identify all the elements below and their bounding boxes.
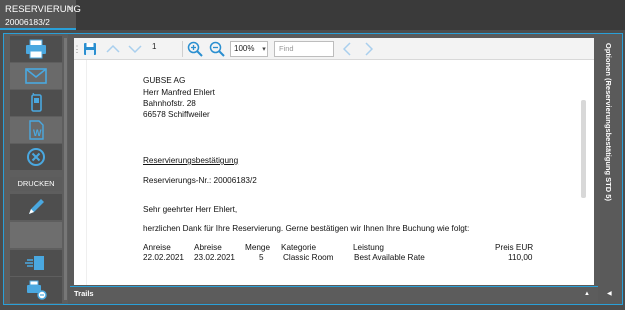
trails-expand-icon[interactable]: ▲	[584, 291, 590, 297]
options-expand-icon[interactable]: ◀	[607, 290, 612, 297]
address-line: Bahnhofstr. 28	[143, 99, 196, 108]
previous-page-button[interactable]	[104, 40, 122, 58]
table-header-departure: Abreise	[194, 243, 222, 252]
word-button[interactable]: W	[10, 117, 62, 143]
chevron-up-icon	[106, 44, 120, 53]
sidebar: W DRUCKEN	[4, 34, 68, 304]
edit-button[interactable]	[10, 194, 62, 220]
floppy-disk-icon	[84, 43, 96, 55]
report-toolbar: ⋮ 1 100% ▾ Find	[72, 38, 594, 60]
table-cell-arrival: 22.02.2021	[143, 253, 184, 262]
title-bar	[0, 0, 625, 30]
page-number-field[interactable]: 1	[152, 42, 156, 51]
table-cell-service: Best Available Rate	[354, 253, 425, 262]
chevron-down-icon	[128, 45, 142, 54]
table-header-category: Kategorie	[281, 243, 317, 252]
next-page-button[interactable]	[126, 40, 144, 58]
zoom-value: 100%	[234, 44, 255, 53]
toolbar-divider	[182, 41, 183, 57]
table-header-price: Preis EUR	[495, 243, 534, 252]
options-panel-label: Optionen (Reservierungsbestätigung STD 5…	[604, 43, 613, 201]
chevron-left-icon	[343, 42, 351, 56]
svg-text:W: W	[33, 128, 42, 138]
reservation-number: Reservierungs-Nr.: 20006183/2	[143, 176, 257, 185]
table-cell-quantity: 5	[259, 253, 264, 262]
tab-subtitle: 20006183/2	[5, 17, 50, 27]
printer-icon	[26, 39, 46, 59]
document-viewer[interactable]: GUBSE AG Herr Manfred Ehlert Bahnhofstr.…	[74, 60, 594, 285]
printer-settings-button[interactable]	[10, 277, 62, 303]
address-line: 66578 Schiffweiler	[143, 110, 210, 119]
phone-icon	[31, 93, 42, 112]
phone-button[interactable]	[10, 90, 62, 116]
find-input[interactable]: Find	[274, 41, 334, 57]
document-scrollbar-thumb[interactable]	[581, 100, 586, 198]
print-button[interactable]	[10, 36, 62, 62]
email-button[interactable]	[10, 63, 62, 89]
document-heading: Reservierungsbestätigung	[143, 156, 239, 165]
table-cell-category: Classic Room	[283, 253, 334, 262]
save-button[interactable]	[81, 40, 99, 58]
table-header-quantity: Menge	[245, 243, 271, 252]
find-next-button[interactable]	[362, 40, 376, 58]
address-line: GUBSE AG	[143, 76, 186, 85]
options-panel[interactable]: Optionen (Reservierungsbestätigung STD 5…	[600, 34, 622, 304]
document-page: GUBSE AG Herr Manfred Ehlert Bahnhofstr.…	[86, 60, 576, 285]
salutation: Sehr geehrter Herr Ehlert,	[143, 205, 238, 214]
trails-label: Trails	[74, 289, 94, 298]
table-cell-departure: 23.02.2021	[194, 253, 235, 262]
table-cell-price: 110,00	[508, 253, 533, 262]
zoom-in-button[interactable]	[186, 40, 204, 58]
table-header-arrival: Anreise	[143, 243, 171, 252]
zoom-out-icon	[209, 41, 225, 57]
fast-print-icon	[25, 256, 44, 270]
envelope-icon	[25, 68, 47, 84]
sidebar-spacer	[10, 222, 62, 248]
pencil-icon	[29, 199, 44, 214]
table-header-service: Leistung	[353, 243, 384, 252]
fast-send-button[interactable]	[10, 250, 62, 276]
printer-settings-icon	[27, 280, 47, 300]
section-label-drucken: DRUCKEN	[10, 177, 62, 191]
toolbar-grip-icon: ⋮	[72, 43, 82, 54]
sidebar-scrollbar[interactable]	[64, 38, 67, 300]
tab-reservierung[interactable]: RESERVIERUNG × 20006183/2	[0, 0, 81, 30]
address-line: Herr Manfred Ehlert	[143, 88, 215, 97]
intro-text: herzlichen Dank für Ihre Reservierung. G…	[143, 224, 470, 233]
app-window: RESERVIERUNG × 20006183/2 W DRUCKEN ⋮ 1 …	[0, 0, 625, 310]
word-document-icon: W	[29, 120, 44, 140]
trails-panel[interactable]: Trails ▲	[70, 286, 598, 302]
chevron-right-icon	[365, 42, 373, 56]
zoom-out-button[interactable]	[208, 40, 226, 58]
cancel-button[interactable]	[10, 144, 62, 170]
zoom-dropdown-caret-icon[interactable]: ▾	[260, 40, 268, 58]
tab-close-icon[interactable]: ×	[68, 3, 73, 13]
find-previous-button[interactable]	[340, 40, 354, 58]
zoom-in-icon	[187, 41, 203, 57]
cancel-circle-icon	[27, 148, 45, 166]
